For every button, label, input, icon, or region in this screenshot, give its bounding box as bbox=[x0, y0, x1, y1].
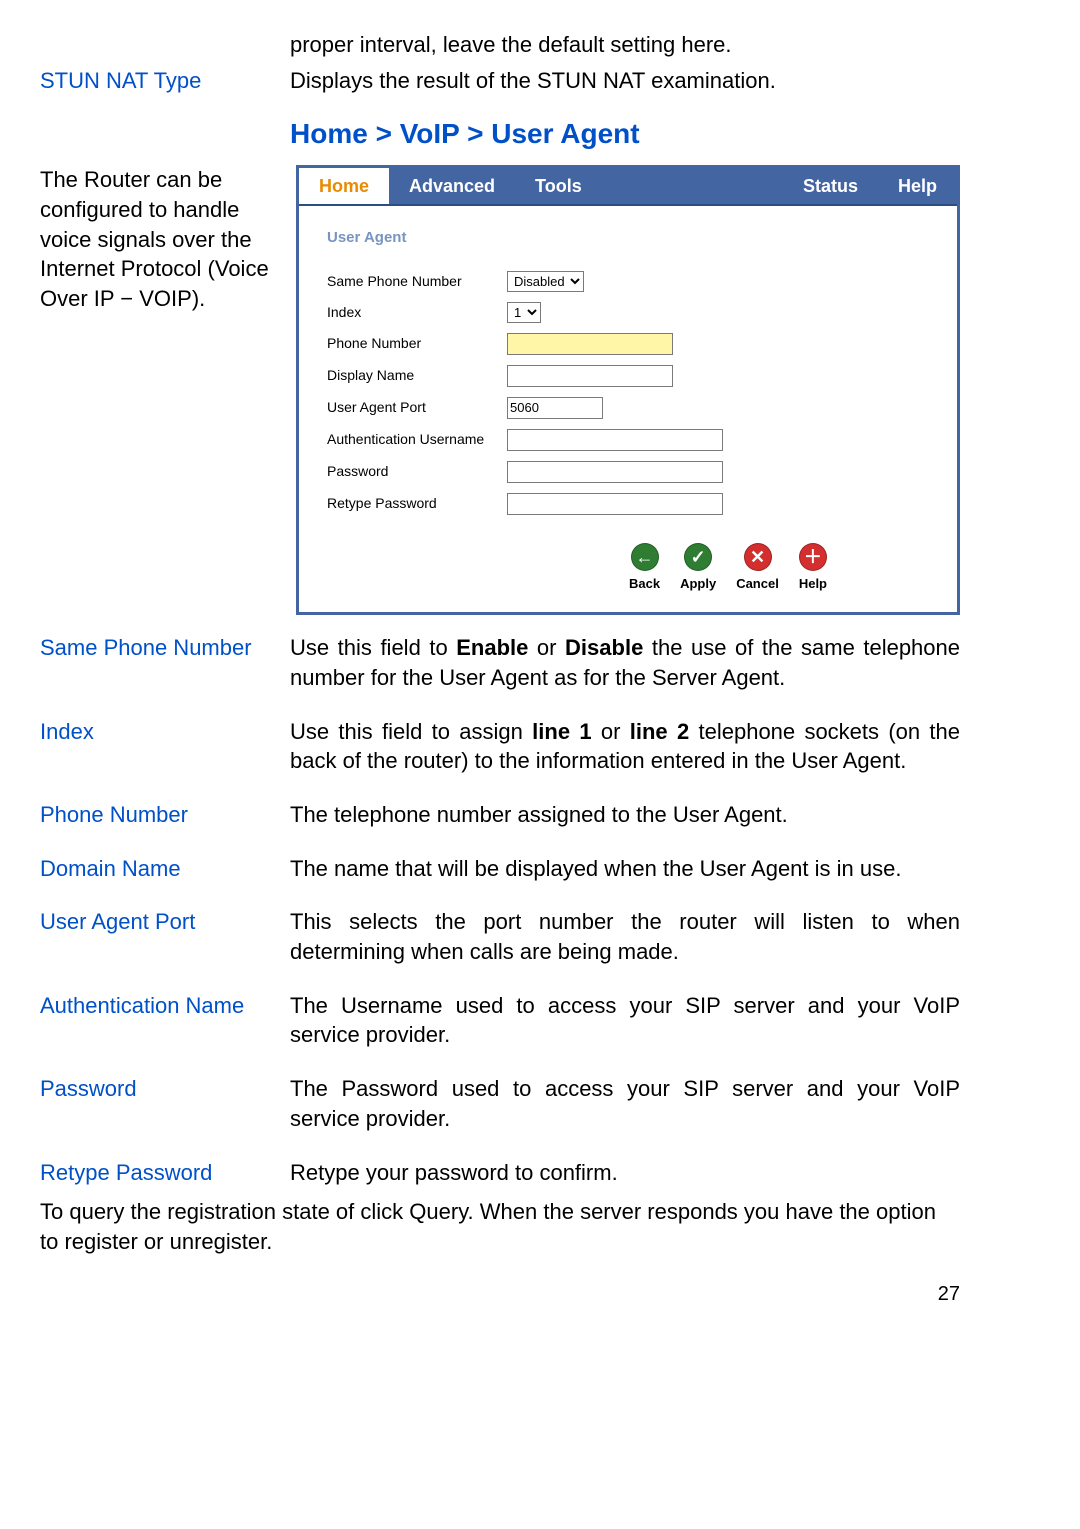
cross-icon: ✕ bbox=[744, 543, 772, 571]
stun-nat-type-label: STUN NAT Type bbox=[40, 66, 290, 96]
back-button[interactable]: ← Back bbox=[629, 543, 660, 593]
def-domain-label: Domain Name bbox=[40, 854, 290, 884]
carryover-text: proper interval, leave the default setti… bbox=[290, 30, 960, 60]
breadcrumb: Home > VoIP > User Agent bbox=[290, 115, 640, 153]
plus-icon: ＋ bbox=[799, 543, 827, 571]
button-bar: ← Back ✓ Apply ✕ Cancel ＋ Help bbox=[527, 543, 929, 593]
same-phone-select[interactable]: Disabled bbox=[507, 271, 584, 292]
def-password-label: Password bbox=[40, 1074, 290, 1104]
auth-username-input[interactable] bbox=[507, 429, 723, 451]
def-phone-label: Phone Number bbox=[40, 800, 290, 830]
check-icon: ✓ bbox=[684, 543, 712, 571]
display-name-input[interactable] bbox=[507, 365, 673, 387]
user-agent-port-label: User Agent Port bbox=[327, 398, 507, 417]
footnote: To query the registration state of click… bbox=[40, 1197, 960, 1256]
def-auth-desc: The Username used to access your SIP ser… bbox=[290, 991, 960, 1050]
help-label: Help bbox=[799, 575, 827, 593]
phone-number-input[interactable] bbox=[507, 333, 673, 355]
password-input[interactable] bbox=[507, 461, 723, 483]
display-name-label: Display Name bbox=[327, 366, 507, 385]
def-phone-desc: The telephone number assigned to the Use… bbox=[290, 800, 960, 830]
password-label: Password bbox=[327, 462, 507, 481]
def-auth-label: Authentication Name bbox=[40, 991, 290, 1021]
intro-text: The Router can be configured to handle v… bbox=[40, 165, 296, 313]
page-number: 27 bbox=[40, 1281, 960, 1308]
apply-label: Apply bbox=[680, 575, 716, 593]
tab-help[interactable]: Help bbox=[878, 168, 957, 204]
same-phone-label: Same Phone Number bbox=[327, 272, 507, 291]
nav-bar: Home Advanced Tools Status Help bbox=[299, 168, 957, 206]
phone-number-label: Phone Number bbox=[327, 334, 507, 353]
auth-username-label: Authentication Username bbox=[327, 430, 507, 449]
tab-advanced[interactable]: Advanced bbox=[389, 168, 515, 204]
def-same-phone-desc: Use this field to Enable or Disable the … bbox=[290, 633, 960, 692]
index-select[interactable]: 1 bbox=[507, 302, 541, 323]
back-arrow-icon: ← bbox=[631, 543, 659, 571]
retype-password-label: Retype Password bbox=[327, 494, 507, 513]
retype-password-input[interactable] bbox=[507, 493, 723, 515]
panel-title: User Agent bbox=[327, 228, 929, 248]
def-password-desc: The Password used to access your SIP ser… bbox=[290, 1074, 960, 1133]
tab-home[interactable]: Home bbox=[299, 168, 389, 204]
tab-status[interactable]: Status bbox=[783, 168, 878, 204]
help-button[interactable]: ＋ Help bbox=[799, 543, 827, 593]
def-port-desc: This selects the port number the router … bbox=[290, 907, 960, 966]
cancel-button[interactable]: ✕ Cancel bbox=[736, 543, 779, 593]
router-ui-screenshot: Home Advanced Tools Status Help User Age… bbox=[296, 165, 960, 615]
def-index-label: Index bbox=[40, 717, 290, 747]
apply-button[interactable]: ✓ Apply bbox=[680, 543, 716, 593]
def-port-label: User Agent Port bbox=[40, 907, 290, 937]
cancel-label: Cancel bbox=[736, 575, 779, 593]
back-label: Back bbox=[629, 575, 660, 593]
def-retype-label: Retype Password bbox=[40, 1158, 290, 1188]
def-retype-desc: Retype your password to confirm. bbox=[290, 1158, 960, 1188]
stun-nat-type-desc: Displays the result of the STUN NAT exam… bbox=[290, 66, 960, 96]
def-index-desc: Use this field to assign line 1 or line … bbox=[290, 717, 960, 776]
def-domain-desc: The name that will be displayed when the… bbox=[290, 854, 960, 884]
tab-tools[interactable]: Tools bbox=[515, 168, 602, 204]
def-same-phone-label: Same Phone Number bbox=[40, 633, 290, 663]
user-agent-port-input[interactable] bbox=[507, 397, 603, 419]
index-label: Index bbox=[327, 303, 507, 322]
